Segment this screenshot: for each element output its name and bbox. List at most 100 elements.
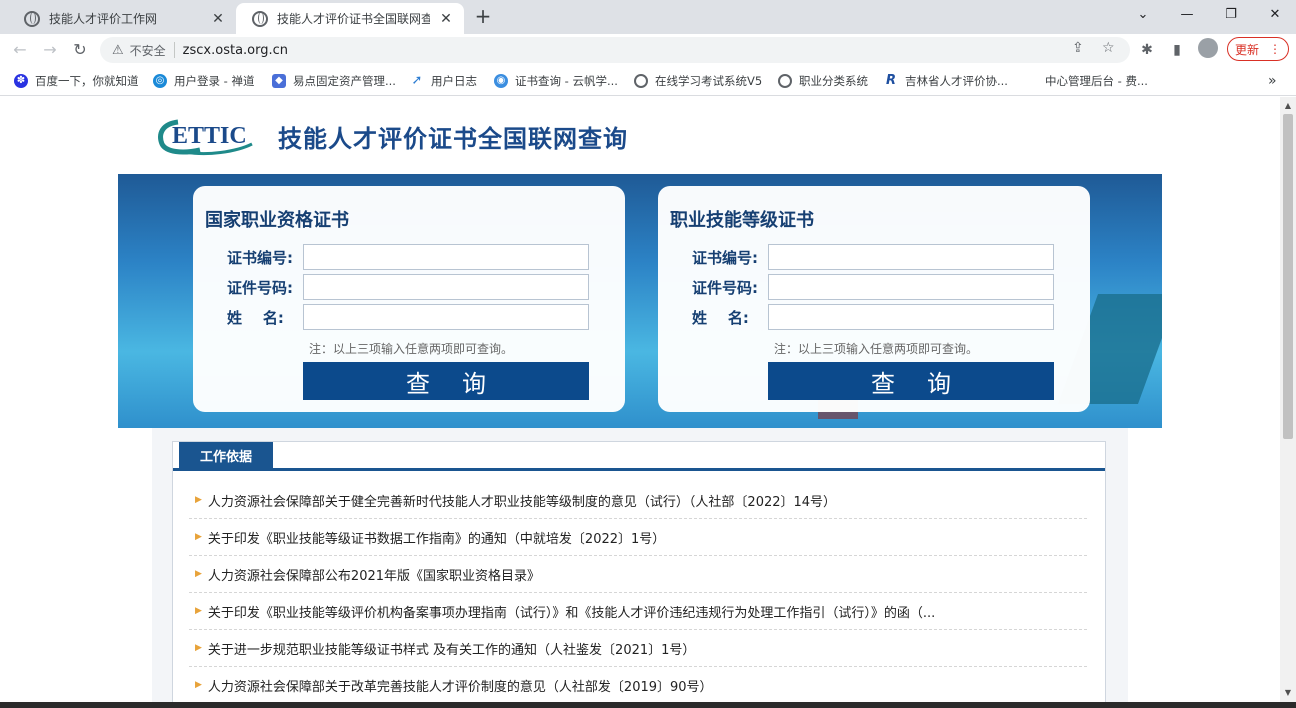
- tab-work-basis[interactable]: 工作依据: [179, 442, 273, 468]
- tab-certificate-query[interactable]: 技能人才评价证书全国联网查询 ✕: [236, 3, 464, 34]
- update-label: 更新: [1234, 42, 1259, 57]
- field-label: 证书编号:: [692, 249, 758, 267]
- cert-number-row: 证书编号:: [658, 244, 1090, 270]
- cert-number-input[interactable]: [768, 244, 1054, 270]
- news-link[interactable]: 人力资源社会保障部关于健全完善新时代技能人才职业技能等级制度的意见（试行）（人社…: [208, 491, 836, 510]
- list-item[interactable]: ▶ 关于印发《职业技能等级证书数据工作指南》的通知（中就培发〔2022〕1号）: [189, 519, 1087, 556]
- globe-icon: [778, 74, 792, 88]
- bookmark-item[interactable]: ➚ 用户日志: [410, 72, 477, 90]
- name-row: 姓 名:: [193, 304, 625, 330]
- close-window-button[interactable]: ✕: [1262, 4, 1288, 26]
- security-label[interactable]: 不安全: [130, 42, 166, 59]
- news-link[interactable]: 人力资源社会保障部公布2021年版《国家职业资格目录》: [208, 565, 540, 584]
- address-bar[interactable]: ⚠ 不安全 zscx.osta.org.cn: [100, 37, 1130, 63]
- bookmark-label: 用户日志: [431, 74, 477, 88]
- minimize-button[interactable]: —: [1174, 4, 1200, 26]
- list-item[interactable]: ▶ 人力资源社会保障部关于健全完善新时代技能人才职业技能等级制度的意见（试行）（…: [189, 482, 1087, 519]
- bookmarks-overflow-button[interactable]: »: [1268, 72, 1277, 90]
- bookmark-label: 易点固定资产管理...: [293, 74, 396, 88]
- bookmark-item[interactable]: 职业分类系统: [778, 72, 868, 90]
- bullet-icon: ▶: [195, 495, 202, 505]
- id-number-row: 证件号码:: [658, 274, 1090, 300]
- extensions-icon[interactable]: ✱: [1136, 39, 1158, 61]
- bookmark-label: 中心管理后台 - 费...: [1045, 74, 1148, 88]
- bullet-icon: ▶: [195, 643, 202, 653]
- new-tab-button[interactable]: +: [472, 6, 494, 28]
- list-item[interactable]: ▶ 人力资源社会保障部关于改革完善技能人才评价制度的意见（人社部发〔2019〕9…: [189, 667, 1087, 702]
- query-banner: 国家职业资格证书 证书编号: 证件号码: 姓 名: 注：以上三项输入任意两项即可…: [118, 174, 1162, 428]
- star-icon[interactable]: ☆: [1102, 40, 1115, 56]
- bookmark-label: 吉林省人才评价协...: [905, 74, 1008, 88]
- restore-button[interactable]: ❐: [1218, 4, 1244, 26]
- list-item[interactable]: ▶ 人力资源社会保障部公布2021年版《国家职业资格目录》: [189, 556, 1087, 593]
- bookmark-item[interactable]: ◎ 用户登录 - 禅道: [153, 72, 254, 90]
- work-basis-section: 工作依据 ▶ 人力资源社会保障部关于健全完善新时代技能人才职业技能等级制度的意见…: [152, 428, 1128, 702]
- log-icon: ➚: [411, 73, 423, 88]
- side-panel-icon[interactable]: ▮: [1166, 39, 1188, 61]
- field-label: 证件号码:: [692, 279, 758, 297]
- cert-icon: ◉: [494, 74, 508, 88]
- baidu-icon: ✽: [14, 74, 28, 88]
- bullet-icon: ▶: [195, 532, 202, 542]
- list-item[interactable]: ▶ 关于印发《职业技能等级评价机构备案事项办理指南（试行）》和《技能人才评价违纪…: [189, 593, 1087, 630]
- reload-icon[interactable]: ↻: [68, 38, 92, 62]
- bookmark-label: 用户登录 - 禅道: [174, 74, 255, 88]
- tab-title: 技能人才评价证书全国联网查询: [277, 12, 430, 26]
- bookmark-label: 百度一下，你就知道: [35, 74, 139, 88]
- forward-icon[interactable]: →: [38, 38, 62, 62]
- ettic-logo: ETTIC: [156, 116, 268, 156]
- list-item[interactable]: ▶ 关于进一步规范职业技能等级证书样式 及有关工作的通知（人社鉴发〔2021〕1…: [189, 630, 1087, 667]
- query-button[interactable]: 查询: [303, 362, 589, 400]
- warning-icon[interactable]: ⚠: [112, 43, 124, 58]
- bookmark-item[interactable]: ✽ 百度一下，你就知道: [14, 72, 139, 90]
- field-label: 姓 名:: [692, 309, 749, 327]
- url-text[interactable]: zscx.osta.org.cn: [183, 43, 288, 58]
- news-link[interactable]: 人力资源社会保障部关于改革完善技能人才评价制度的意见（人社部发〔2019〕90号…: [208, 676, 713, 695]
- tab-search-icon[interactable]: ⌄: [1130, 4, 1156, 26]
- news-link[interactable]: 关于进一步规范职业技能等级证书样式 及有关工作的通知（人社鉴发〔2021〕1号）: [208, 639, 696, 658]
- scrollbar-thumb[interactable]: [1283, 114, 1293, 439]
- national-qualification-panel: 国家职业资格证书 证书编号: 证件号码: 姓 名: 注：以上三项输入任意两项即可…: [193, 186, 625, 412]
- bookmark-item[interactable]: ◉ 证书查询 - 云帆学...: [494, 72, 618, 90]
- bookmark-item[interactable]: 在线学习考试系统V5: [634, 72, 762, 90]
- query-note: 注：以上三项输入任意两项即可查询。: [774, 342, 979, 356]
- profile-avatar[interactable]: [1198, 38, 1218, 58]
- name-input[interactable]: [303, 304, 589, 330]
- share-icon[interactable]: ⇪: [1072, 40, 1084, 56]
- query-note: 注：以上三项输入任意两项即可查询。: [309, 342, 514, 356]
- bookmark-label: 证书查询 - 云帆学...: [515, 74, 618, 88]
- logo-text: ETTIC: [172, 123, 247, 149]
- query-button[interactable]: 查询: [768, 362, 1054, 400]
- bookmark-item[interactable]: 中心管理后台 - 费...: [1024, 72, 1148, 90]
- id-number-row: 证件号码:: [193, 274, 625, 300]
- bookmark-item[interactable]: R 吉林省人才评价协...: [884, 72, 1008, 90]
- bookmark-label: 职业分类系统: [799, 74, 868, 88]
- id-number-input[interactable]: [768, 274, 1054, 300]
- news-link[interactable]: 关于印发《职业技能等级评价机构备案事项办理指南（试行）》和《技能人才评价违纪违规…: [208, 602, 935, 621]
- page-title: 技能人才评价证书全国联网查询: [278, 125, 628, 153]
- bullet-icon: ▶: [195, 606, 202, 616]
- id-number-input[interactable]: [303, 274, 589, 300]
- field-label: 姓 名:: [227, 309, 284, 327]
- name-input[interactable]: [768, 304, 1054, 330]
- tab-title: 技能人才评价工作网: [49, 12, 158, 26]
- back-icon[interactable]: ←: [8, 38, 32, 62]
- asset-icon: ◆: [272, 74, 286, 88]
- bookmark-item[interactable]: ◆ 易点固定资产管理...: [272, 72, 396, 90]
- page-scrollbar[interactable]: ▲ ▼: [1280, 97, 1296, 702]
- tab-skills-evaluation[interactable]: 技能人才评价工作网 ✕: [8, 3, 236, 34]
- panel-title: 国家职业资格证书: [205, 210, 349, 231]
- scroll-up-icon[interactable]: ▲: [1280, 99, 1296, 113]
- divider: [173, 468, 1105, 471]
- bullet-icon: ▶: [195, 680, 202, 690]
- bookmark-label: 在线学习考试系统V5: [655, 74, 763, 88]
- os-taskbar: [0, 702, 1296, 708]
- update-button[interactable]: 更新 ⋮: [1227, 37, 1289, 61]
- cert-number-input[interactable]: [303, 244, 589, 270]
- news-link[interactable]: 关于印发《职业技能等级证书数据工作指南》的通知（中就培发〔2022〕1号）: [208, 528, 665, 547]
- more-menu-icon: ⋮: [1269, 42, 1281, 56]
- close-icon[interactable]: ✕: [438, 11, 454, 27]
- close-icon[interactable]: ✕: [210, 11, 226, 27]
- blank-icon: [1024, 74, 1038, 88]
- scroll-down-icon[interactable]: ▼: [1280, 686, 1296, 700]
